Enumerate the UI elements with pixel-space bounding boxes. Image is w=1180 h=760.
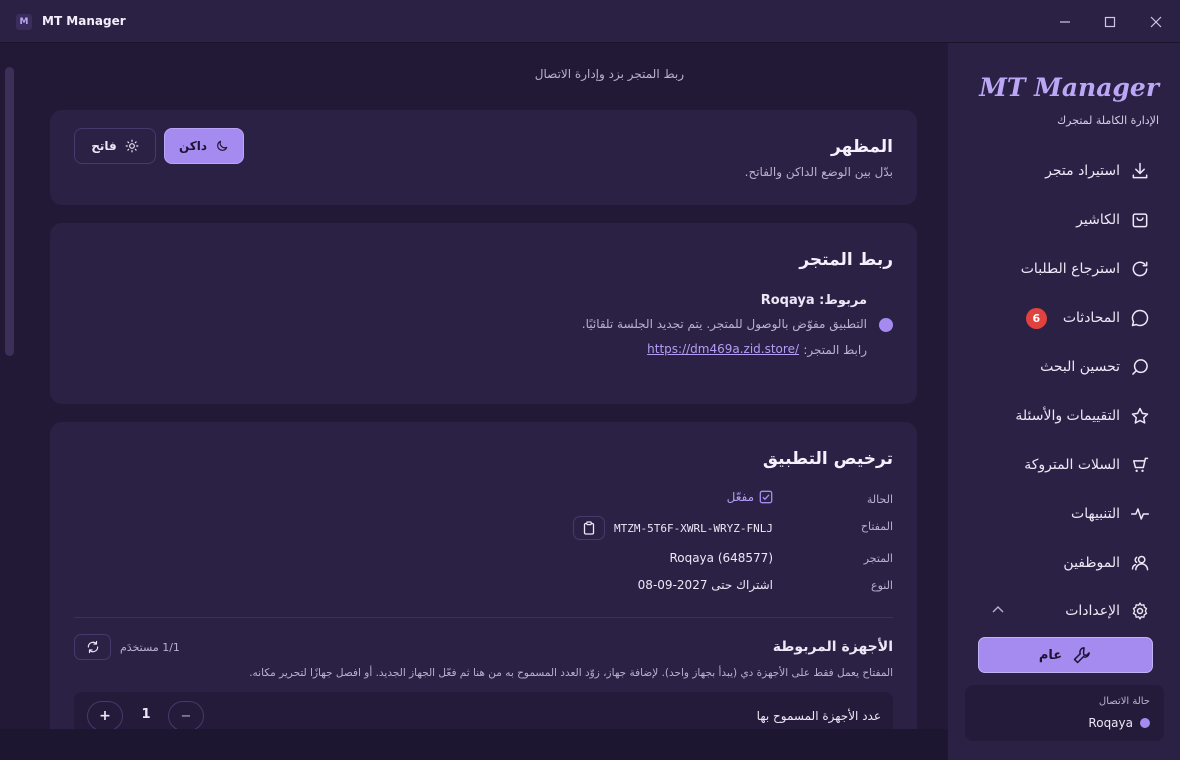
dark-mode-label: داكن [178,139,208,153]
nav-reviews[interactable]: التقييمات والأسئلة [1015,401,1150,431]
connection-dot [1140,718,1150,728]
close-button[interactable] [1143,9,1169,35]
plus-icon: + [99,708,111,724]
checkbox-checked-icon [759,490,773,504]
license-status-label: الحالة [866,493,893,506]
minimize-icon [1060,21,1070,23]
clipboard-icon [583,521,595,535]
light-mode-label: فاتح [91,139,117,153]
nav-label: الإعدادات [1065,603,1120,619]
minus-icon: − [180,708,192,724]
store-url-label: رابط المتجر: [803,343,867,357]
download-icon [1132,162,1148,179]
store-link-card: ربط المتجر مربوط: Roqaya التطبيق مفوّض ب… [50,223,917,404]
connection-status-box: حالة الاتصال Roqaya [965,685,1164,741]
copy-key-button[interactable] [573,516,605,540]
page-subtitle: ربط المتجر بزد وإدارة الاتصال [534,67,684,81]
nav-label: استرجاع الطلبات [1020,261,1120,277]
nav-label: التنبيهات [1071,506,1120,522]
maximize-icon [1104,16,1116,28]
allowed-devices-count: 1 [141,707,151,722]
license-status-text: مفعّل [726,490,754,504]
bottom-strip [0,729,948,760]
nav-conversations[interactable]: المحادثات 6 [1025,303,1150,333]
devices-title: الأجهزة المربوطة [772,639,893,655]
license-status-value: مفعّل [727,490,773,504]
close-icon [1150,16,1162,28]
nav-label: السلات المتروكة [1024,457,1120,473]
bag-icon [1132,213,1148,228]
status-dot [879,318,893,332]
dark-mode-button[interactable]: داكن [164,128,244,164]
allowed-devices-row: عدد الأجهزة المسموح بها − 1 + [74,692,893,729]
gear-icon [1132,602,1148,620]
decrement-button[interactable]: − [168,701,204,729]
search-icon [1132,359,1148,375]
appearance-card: المظهر بدّل بين الوضع الداكن والفاتح. دا… [50,110,917,205]
users-icon [1131,555,1149,571]
store-link-title: ربط المتجر [799,250,893,270]
brand-logo: MT Manager [979,73,1159,102]
main-content: ربط المتجر بزد وإدارة الاتصال المظهر بدّ… [0,43,948,729]
devices-description: المفتاح يعمل فقط على الأجهزة دي (يبدأ بج… [249,667,893,679]
settings-general-label: عام [1038,647,1063,663]
nav-employees[interactable]: الموظفين [1063,548,1150,578]
license-card: ترخيص التطبيق الحالة مفعّل المفتاح MTZM-… [50,422,917,729]
license-key-value: MTZM-5T6F-XWRL-WRYZ-FNLJ [614,522,773,535]
license-title: ترخيص التطبيق [762,449,893,469]
wrench-icon [1073,647,1090,664]
nav-import-store[interactable]: استيراد متجر [1045,156,1150,186]
license-store-label: المتجر [863,552,893,565]
chevron-up-icon[interactable] [992,605,1004,613]
activity-icon [1130,508,1150,520]
appearance-description: بدّل بين الوضع الداكن والفاتح. [744,165,893,179]
license-store-value: (Roqaya (648577 [669,551,773,565]
nav-label: الموظفين [1063,555,1120,571]
unread-badge: 6 [1025,307,1047,329]
star-icon [1131,407,1149,424]
chat-icon [1131,309,1149,327]
nav-order-returns[interactable]: استرجاع الطلبات [1021,254,1150,284]
light-mode-button[interactable]: فاتح [74,128,156,164]
settings-general-item[interactable]: عام [978,637,1153,673]
maximize-button[interactable] [1097,9,1123,35]
nav-settings[interactable]: الإعدادات [1065,596,1150,626]
refresh-devices-button[interactable] [74,634,111,660]
moon-icon [217,140,228,151]
store-link-description: التطبيق مفوّض بالوصول للمتجر. يتم تجديد … [581,317,867,331]
store-url-link[interactable]: https://dm469a.zid.store/ [647,342,799,356]
title-bar: M MT Manager [0,0,1180,43]
nav-label: المحادثات [1062,310,1120,326]
nav-alerts[interactable]: التنبيهات [1071,499,1150,529]
nav-label: تحسين البحث [1040,359,1120,375]
nav-abandoned-carts[interactable]: السلات المتروكة [1024,450,1150,480]
appearance-title: المظهر [831,137,893,157]
nav-search-optimization[interactable]: تحسين البحث [1040,352,1150,382]
devices-user-count: 1/1 مستخدَم [120,641,180,654]
window-title: MT Manager [42,14,126,28]
nav-cashier[interactable]: الكاشير [1076,205,1150,235]
increment-button[interactable]: + [87,701,123,729]
cart-icon [1133,457,1149,472]
license-key-label: المفتاح [860,520,893,533]
nav-label: الكاشير [1076,212,1120,228]
left-scrollbar[interactable] [5,67,14,356]
divider [74,617,893,618]
connection-status-title: حالة الاتصال [1098,696,1150,707]
allowed-devices-label: عدد الأجهزة المسموح بها [756,709,881,723]
refresh-icon [87,640,98,654]
nav-label: استيراد متجر [1045,163,1120,179]
sun-icon [125,139,139,153]
nav-label: التقييمات والأسئلة [1015,408,1120,424]
license-type-label: النوع [871,579,893,592]
app-logo-icon: M [16,14,32,30]
connected-status-label: مربوط: Roqaya [760,293,867,308]
minimize-button[interactable] [1052,9,1078,35]
sidebar: MT Manager الإدارة الكاملة لمتجرك استيرا… [948,43,1180,760]
license-type-value: اشتراك حتى 2027-09-08 [637,578,773,592]
refresh-icon [1132,261,1148,277]
brand-tagline: الإدارة الكاملة لمتجرك [1057,114,1159,127]
connection-store-name: Roqaya [1088,716,1133,730]
